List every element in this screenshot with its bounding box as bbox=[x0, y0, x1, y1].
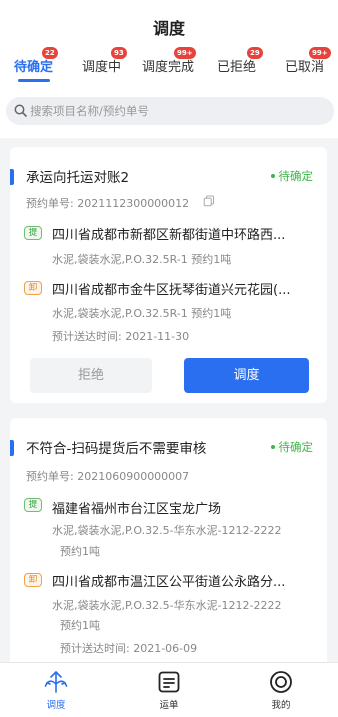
page-title: 调度 bbox=[152, 19, 185, 38]
dispatch-icon bbox=[44, 671, 68, 693]
tab-pending[interactable]: 待确定 22 bbox=[14, 47, 58, 82]
status-label: 待确定 bbox=[278, 440, 314, 454]
pickup-address: 四川省成都市新都区新都街道中环路西... bbox=[52, 228, 286, 243]
order-number: 预约单号: 2021060900000007 bbox=[26, 470, 190, 483]
status-badge: 待确定 bbox=[270, 439, 314, 455]
tab-pending-badge: 22 bbox=[42, 47, 58, 59]
nav-dispatch-label: 调度 bbox=[46, 700, 66, 711]
status-badge: 待确定 bbox=[270, 168, 314, 184]
order-title: 不符合-扫码提货后不需要审核 bbox=[26, 441, 207, 457]
order-number: 预约单号: 2021112300000012 bbox=[26, 197, 190, 210]
tab-rejected-badge: 29 bbox=[247, 47, 263, 59]
pickup-quantity: 预约1吨 bbox=[60, 545, 100, 558]
status-dot-icon bbox=[270, 444, 275, 449]
nav-profile-label: 我的 bbox=[271, 700, 291, 711]
nav-profile[interactable]: 我的 bbox=[241, 663, 321, 717]
status-tabs: 待确定 22 调度中 93 调度完成 99+ 已拒绝 29 已取消 99+ bbox=[0, 47, 338, 86]
tab-cancelled-badge: 99+ bbox=[309, 47, 331, 59]
pickup-tag: 提 bbox=[24, 498, 42, 512]
tab-cancelled[interactable]: 已取消 99+ bbox=[285, 47, 331, 75]
bottom-navigation: 调度 运单 我的 bbox=[0, 662, 338, 717]
card-accent-bar bbox=[10, 169, 14, 185]
search-icon bbox=[14, 104, 27, 117]
nav-waybill[interactable]: 运单 bbox=[129, 663, 209, 717]
tab-dispatching-badge: 93 bbox=[111, 47, 127, 59]
status-label: 待确定 bbox=[278, 169, 314, 183]
tab-rejected-label: 已拒绝 bbox=[217, 60, 257, 75]
order-card[interactable]: 不符合-扫码提货后不需要审核 待确定 预约单号: 202106090000000… bbox=[10, 418, 327, 662]
card-accent-bar bbox=[10, 440, 14, 456]
pickup-address: 福建省福州市台江区宝龙广场 bbox=[52, 502, 222, 517]
order-title: 承运向托运对账2 bbox=[26, 170, 130, 186]
active-tab-indicator bbox=[17, 79, 50, 82]
copy-icon[interactable] bbox=[203, 195, 215, 207]
dropoff-tag: 卸 bbox=[24, 281, 42, 295]
nav-dispatch[interactable]: 调度 bbox=[16, 663, 96, 717]
search-bar[interactable] bbox=[6, 97, 334, 125]
search-input[interactable] bbox=[30, 101, 320, 121]
delivery-time: 预计送达时间: 2021-11-30 bbox=[52, 330, 190, 343]
pickup-tag: 提 bbox=[24, 226, 42, 240]
dropoff-address: 四川省成都市温江区公平街道公永路分... bbox=[52, 575, 286, 590]
dropoff-detail: 水泥,袋装水泥,P.O.32.5R-1 预约1吨 bbox=[52, 307, 232, 320]
dropoff-tag: 卸 bbox=[24, 573, 42, 587]
dropoff-quantity: 预约1吨 bbox=[60, 619, 100, 632]
tab-rejected[interactable]: 已拒绝 29 bbox=[217, 47, 263, 75]
tab-dispatching[interactable]: 调度中 93 bbox=[82, 47, 127, 75]
order-card[interactable]: 承运向托运对账2 待确定 预约单号: 2021112300000012 提 四川… bbox=[10, 147, 327, 403]
tab-dispatched[interactable]: 调度完成 99+ bbox=[142, 47, 196, 75]
pickup-detail: 水泥,袋装水泥,P.O.32.5R-1 预约1吨 bbox=[52, 253, 232, 266]
profile-icon bbox=[270, 671, 292, 693]
dropoff-address: 四川省成都市金牛区抚琴街道兴元花园(... bbox=[52, 283, 291, 298]
status-dot-icon bbox=[270, 173, 275, 178]
pickup-detail: 水泥,袋装水泥,P.O.32.5-华东水泥-1212-2222 bbox=[52, 524, 282, 537]
waybill-icon bbox=[158, 671, 180, 693]
dropoff-detail: 水泥,袋装水泥,P.O.32.5-华东水泥-1212-2222 bbox=[52, 599, 282, 612]
nav-waybill-label: 运单 bbox=[159, 700, 179, 711]
dispatch-button[interactable]: 调度 bbox=[184, 358, 309, 393]
delivery-time: 预计送达时间: 2021-06-09 bbox=[60, 642, 198, 655]
top-header: 调度 待确定 22 调度中 93 调度完成 99+ 已拒绝 29 已取消 99+ bbox=[0, 0, 338, 138]
reject-button[interactable]: 拒绝 bbox=[30, 358, 152, 393]
tab-dispatched-badge: 99+ bbox=[174, 47, 196, 59]
